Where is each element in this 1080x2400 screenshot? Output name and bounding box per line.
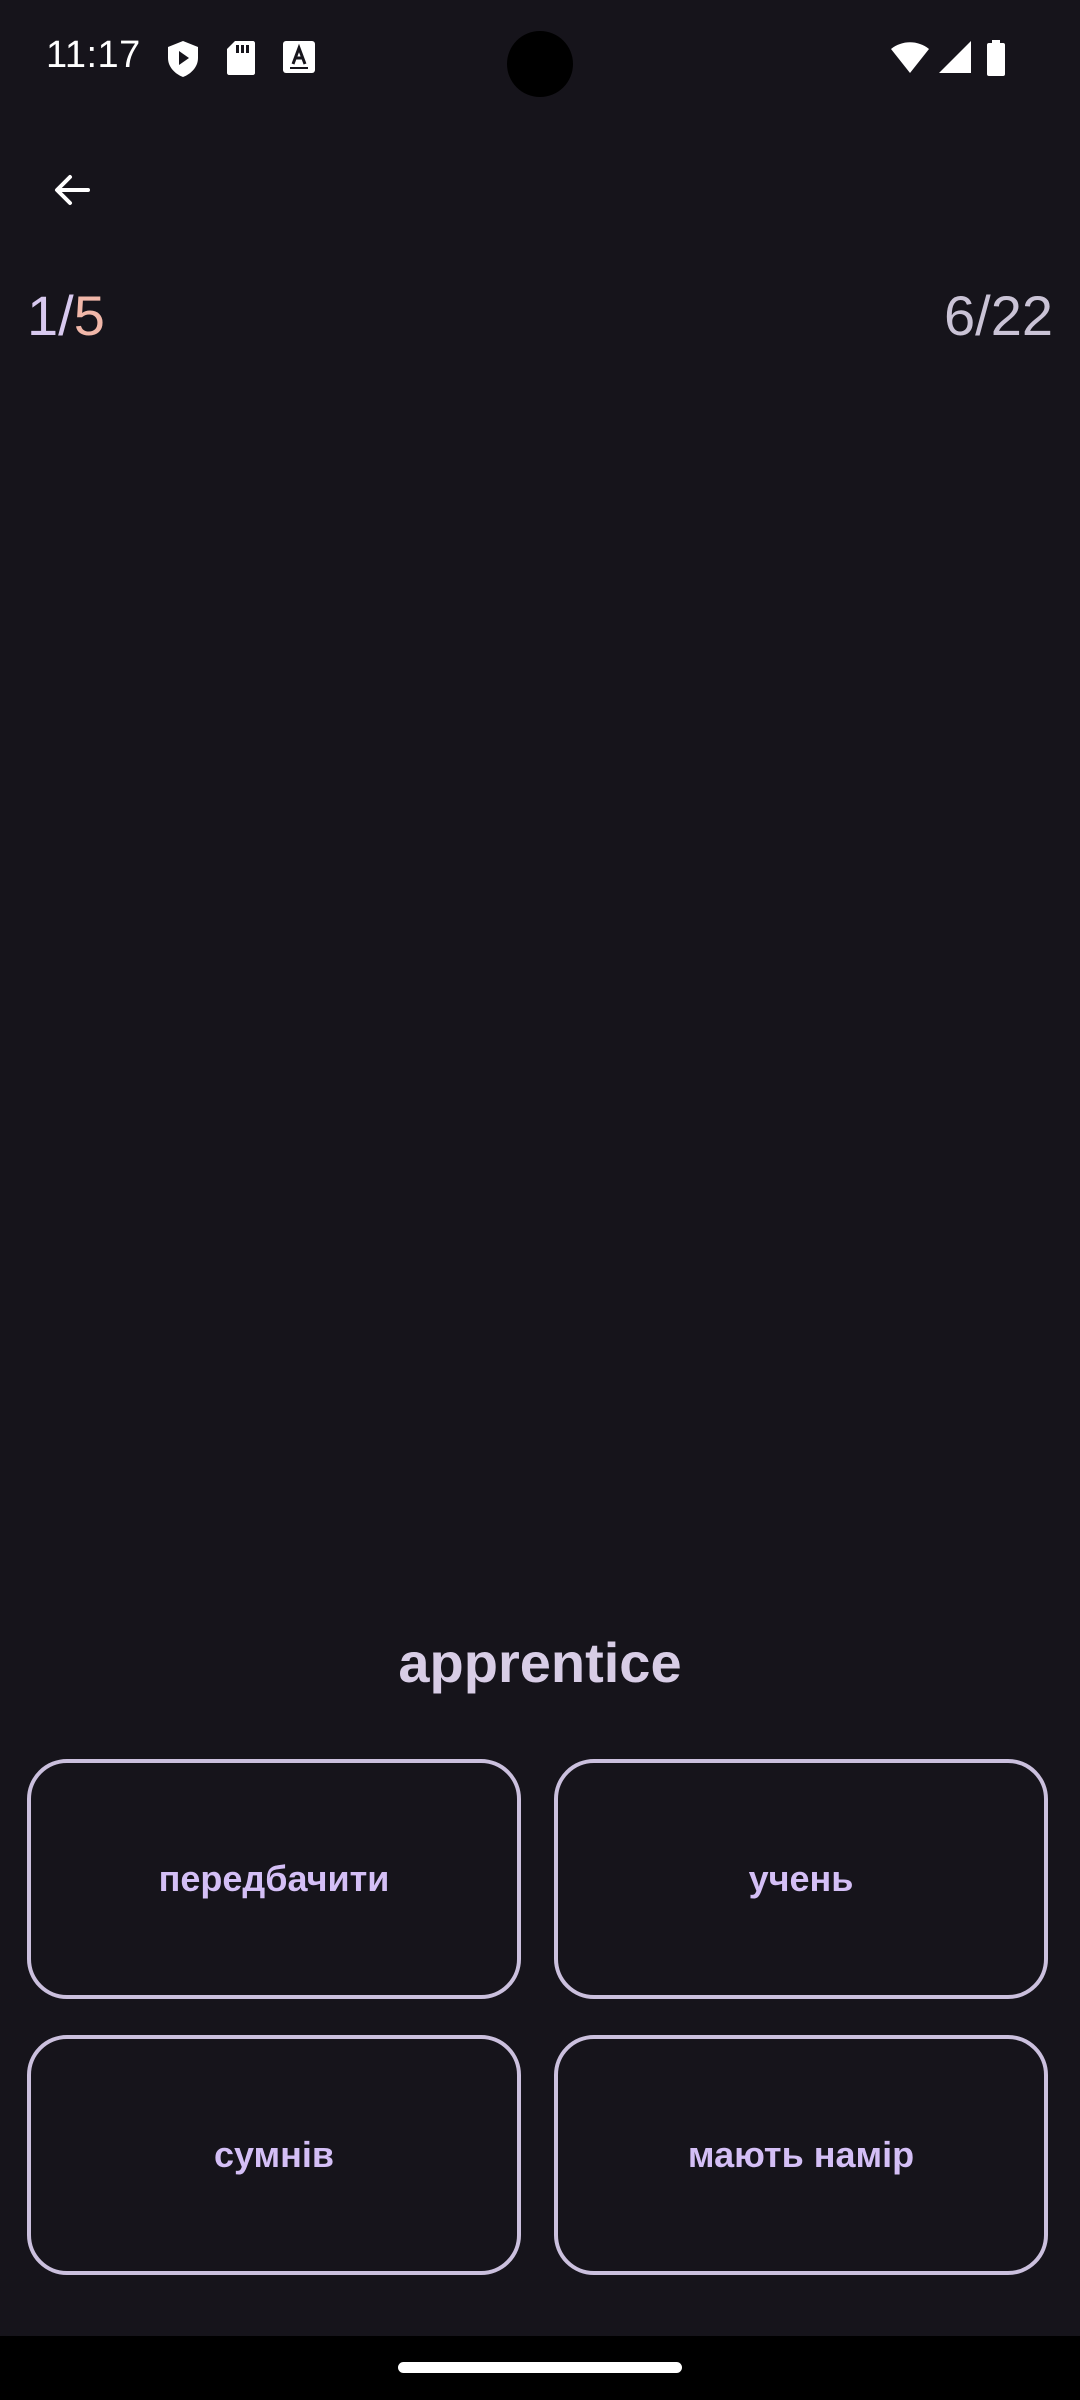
- answer-option-label: передбачити: [158, 1858, 390, 1899]
- answer-option-4[interactable]: мають намір: [554, 2035, 1048, 2275]
- play-protect-icon: [166, 40, 200, 83]
- answer-option-label: сумнів: [213, 2134, 335, 2175]
- arrow-back-icon: [55, 175, 90, 205]
- progress-current: 1: [27, 284, 59, 347]
- answer-option-label: мають намір: [687, 2134, 915, 2175]
- signal-icon: [938, 40, 972, 79]
- answer-option-2[interactable]: учень: [554, 1759, 1048, 1999]
- status-time: 11:17: [46, 34, 141, 76]
- sd-card-icon: [226, 40, 256, 81]
- back-button[interactable]: [36, 154, 108, 226]
- quiz-screen: 11:17 1/5 6/22 apprentice передбачити уч…: [0, 0, 1080, 2400]
- status-bar: 11:17: [0, 0, 1080, 120]
- camera-cutout: [507, 31, 573, 97]
- wifi-icon: [890, 40, 930, 79]
- round-progress: 1/5: [27, 288, 105, 344]
- question-word: apprentice: [398, 1631, 682, 1694]
- progress-separator: /: [58, 284, 74, 347]
- answer-option-1[interactable]: передбачити: [27, 1759, 521, 1999]
- battery-icon: [986, 40, 1006, 81]
- home-gesture-handle[interactable]: [398, 2362, 682, 2373]
- answer-option-3[interactable]: сумнів: [27, 2035, 521, 2275]
- answer-option-label: учень: [748, 1858, 854, 1899]
- progress-total: 5: [73, 284, 105, 347]
- keyboard-a-icon: [282, 40, 316, 79]
- overall-counter: 6/22: [944, 284, 1053, 347]
